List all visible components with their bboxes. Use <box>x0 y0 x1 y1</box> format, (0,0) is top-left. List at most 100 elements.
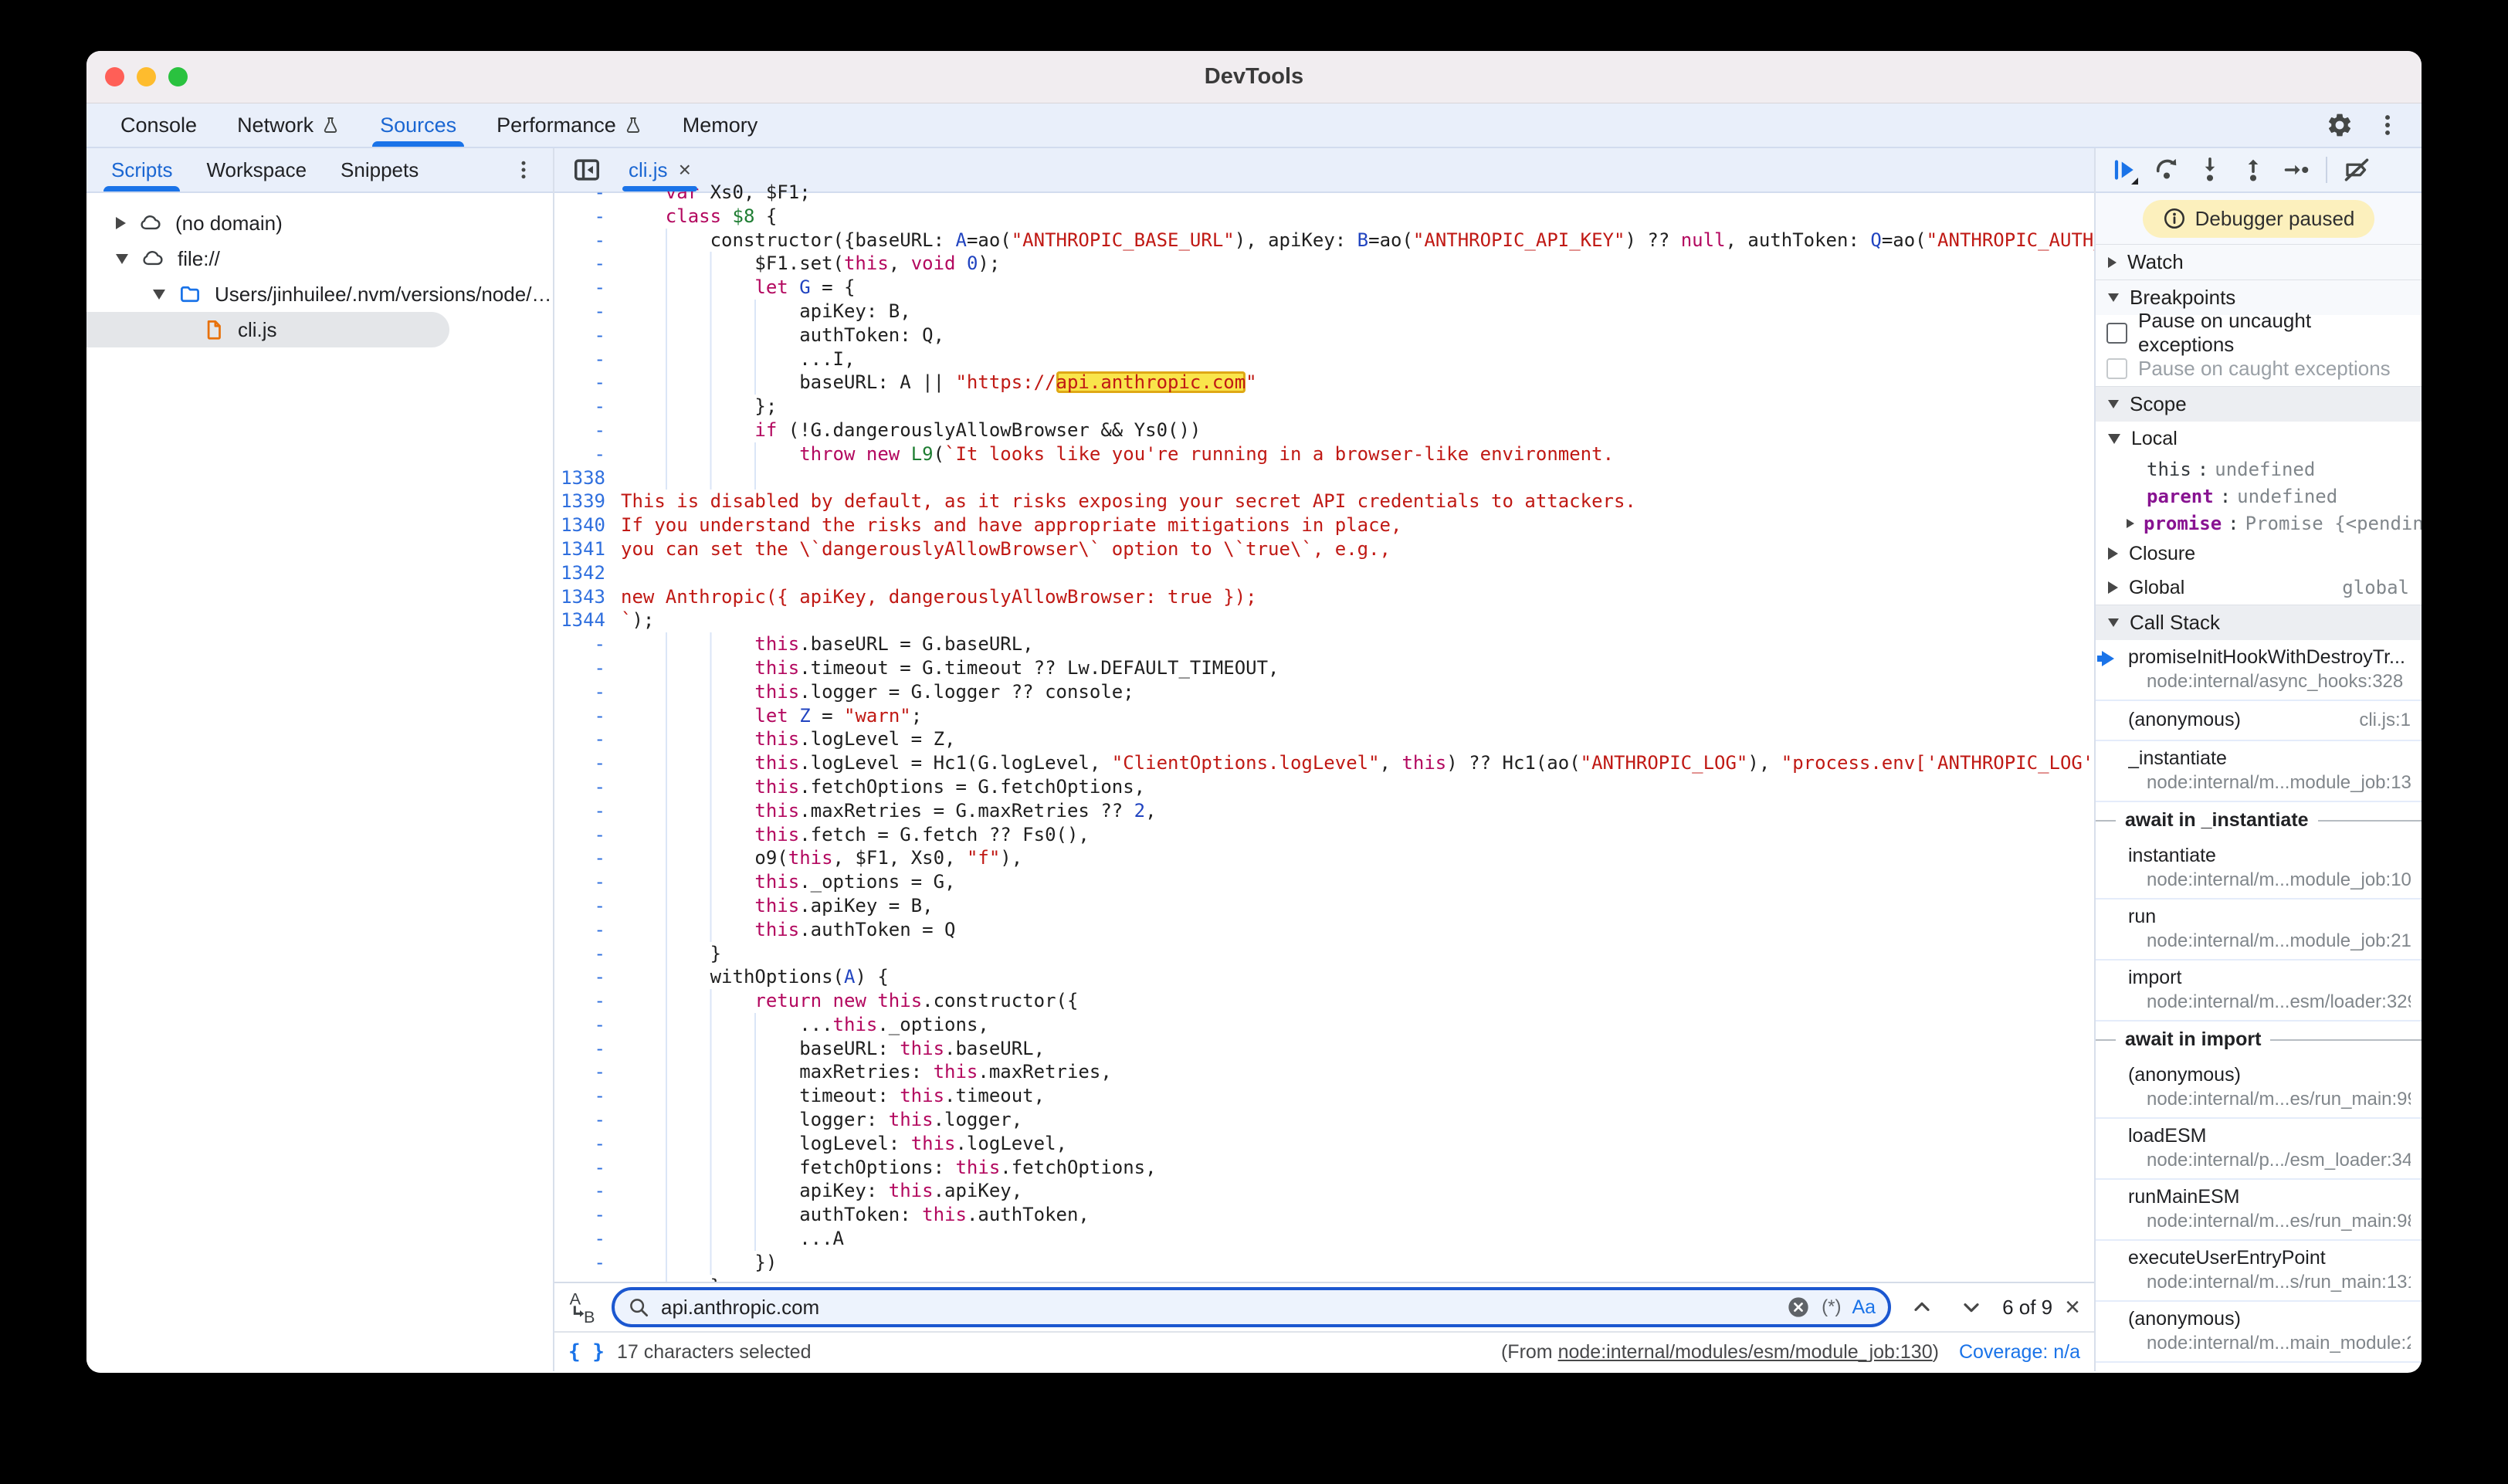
call-stack-frame[interactable]: promiseInitHookWithDestroyTr...node:inte… <box>2096 640 2422 701</box>
deactivate-breakpoints-button[interactable] <box>2338 151 2375 188</box>
scope-group-local[interactable]: Local <box>2096 422 2422 456</box>
editor-tab-clijs[interactable]: cli.js × <box>616 148 703 191</box>
pause-caught-row[interactable]: Pause on caught exceptions <box>2096 351 2422 386</box>
line-number-gutter[interactable]: - <box>554 989 621 1013</box>
scope-property-promise[interactable]: promise: Promise {<pending>} <box>2096 510 2422 537</box>
previous-match-icon[interactable] <box>1903 1289 1940 1326</box>
chevron-down-icon[interactable] <box>153 290 165 300</box>
line-number-gutter[interactable]: - <box>554 324 621 347</box>
resume-script-button[interactable] <box>2105 151 2142 188</box>
section-scope[interactable]: Scope <box>2096 386 2422 422</box>
line-number-gutter[interactable]: - <box>554 1084 621 1108</box>
line-number-gutter[interactable]: - <box>554 727 621 751</box>
line-number-gutter[interactable]: 1342 <box>554 561 621 585</box>
line-number-gutter[interactable]: - <box>554 205 621 229</box>
tab-network[interactable]: Network <box>217 103 360 147</box>
line-number-gutter[interactable]: - <box>554 918 621 942</box>
close-search-icon[interactable]: × <box>2065 1294 2080 1320</box>
line-number-gutter[interactable]: 1341 <box>554 537 621 561</box>
line-number-gutter[interactable]: - <box>554 1227 621 1251</box>
line-number-gutter[interactable]: - <box>554 229 621 252</box>
line-number-gutter[interactable]: - <box>554 846 621 870</box>
step-out-button[interactable] <box>2235 151 2272 188</box>
line-number-gutter[interactable]: - <box>554 942 621 966</box>
line-number-gutter[interactable]: - <box>554 395 621 418</box>
match-case-toggle[interactable]: Aa <box>1852 1296 1876 1319</box>
line-number-gutter[interactable]: - <box>554 1251 621 1275</box>
search-input[interactable]: api.anthropic.com (*) Aa <box>612 1287 1891 1327</box>
more-options-icon[interactable] <box>2369 107 2406 144</box>
section-call-stack[interactable]: Call Stack <box>2096 605 2422 640</box>
gear-icon[interactable] <box>2321 107 2358 144</box>
line-number-gutter[interactable]: - <box>554 775 621 799</box>
code-editor[interactable]: - var Xs0, $F1;- class $8 {- constructor… <box>554 181 2094 1282</box>
call-stack-frame[interactable]: instantiatenode:internal/m...module_job:… <box>2096 839 2422 900</box>
tree-item-no-domain[interactable]: (no domain) <box>86 205 553 241</box>
tree-item-clijs[interactable]: cli.js <box>86 312 449 347</box>
line-number-gutter[interactable]: - <box>554 680 621 704</box>
call-stack-frame[interactable]: importnode:internal/m...esm/loader:329 <box>2096 961 2422 1022</box>
pretty-print-icon[interactable]: { } <box>568 1340 605 1364</box>
line-number-gutter[interactable]: 1339 <box>554 490 621 513</box>
tab-scripts[interactable]: Scripts <box>94 148 189 191</box>
line-number-gutter[interactable]: - <box>554 181 621 205</box>
line-number-gutter[interactable]: - <box>554 799 621 823</box>
line-number-gutter[interactable]: - <box>554 442 621 466</box>
call-stack-frame[interactable]: _instantiatenode:internal/m...module_job… <box>2096 741 2422 802</box>
next-match-icon[interactable] <box>1953 1289 1990 1326</box>
pause-uncaught-row[interactable]: Pause on uncaught exceptions <box>2096 315 2422 351</box>
step-over-button[interactable] <box>2148 151 2185 188</box>
line-number-gutter[interactable]: - <box>554 1275 621 1282</box>
line-number-gutter[interactable]: 1338 <box>554 466 621 490</box>
coverage-link[interactable]: Coverage: n/a <box>1959 1341 2080 1364</box>
line-number-gutter[interactable]: - <box>554 1179 621 1203</box>
call-stack-frame[interactable]: loadESMnode:internal/p.../esm_loader:34 <box>2096 1119 2422 1180</box>
line-number-gutter[interactable]: - <box>554 1037 621 1061</box>
source-origin-link[interactable]: node:internal/modules/esm/module_job:130 <box>1558 1341 1933 1363</box>
line-number-gutter[interactable]: - <box>554 1132 621 1156</box>
line-number-gutter[interactable]: - <box>554 300 621 324</box>
line-number-gutter[interactable]: - <box>554 252 621 276</box>
clear-search-icon[interactable] <box>1786 1295 1811 1320</box>
step-into-button[interactable] <box>2191 151 2228 188</box>
line-number-gutter[interactable]: - <box>554 870 621 894</box>
line-number-gutter[interactable]: - <box>554 965 621 989</box>
line-number-gutter[interactable]: - <box>554 823 621 847</box>
line-number-gutter[interactable]: - <box>554 1156 621 1180</box>
resume-dropdown-icon[interactable] <box>2131 178 2138 185</box>
call-stack-frame[interactable]: (anonymous)cli.js:1 <box>2096 701 2422 741</box>
chevron-right-icon[interactable] <box>116 217 126 229</box>
chevron-right-icon[interactable] <box>2127 519 2134 528</box>
tab-snippets[interactable]: Snippets <box>324 148 436 191</box>
scope-group-global[interactable]: Globalglobal <box>2096 571 2422 605</box>
line-number-gutter[interactable]: - <box>554 347 621 371</box>
close-window-button[interactable] <box>105 67 124 86</box>
tab-memory[interactable]: Memory <box>663 103 778 147</box>
line-number-gutter[interactable]: 1340 <box>554 513 621 537</box>
checkbox-icon[interactable] <box>2106 323 2127 344</box>
line-number-gutter[interactable]: - <box>554 1203 621 1227</box>
tree-item-folder[interactable]: Users/jinhuilee/.nvm/versions/node/v2... <box>86 276 553 312</box>
step-button[interactable] <box>2278 151 2315 188</box>
call-stack-frame[interactable]: executeUserEntryPointnode:internal/m...s… <box>2096 1241 2422 1302</box>
line-number-gutter[interactable]: - <box>554 656 621 680</box>
line-number-gutter[interactable]: 1344 <box>554 608 621 632</box>
tree-item-file-scheme[interactable]: file:// <box>86 241 553 276</box>
replace-toggle-icon[interactable]: AB <box>568 1290 599 1324</box>
close-tab-icon[interactable]: × <box>679 158 691 182</box>
scope-group-closure[interactable]: Closure <box>2096 537 2422 571</box>
line-number-gutter[interactable]: - <box>554 1108 621 1132</box>
tab-workspace[interactable]: Workspace <box>189 148 324 191</box>
call-stack-frame[interactable]: (anonymous)node:internal/m...es/run_main… <box>2096 1058 2422 1119</box>
line-number-gutter[interactable]: - <box>554 418 621 442</box>
line-number-gutter[interactable]: - <box>554 1013 621 1037</box>
section-watch[interactable]: Watch <box>2096 244 2422 280</box>
tab-console[interactable]: Console <box>100 103 217 147</box>
navigator-more-icon[interactable] <box>505 151 542 188</box>
line-number-gutter[interactable]: - <box>554 751 621 775</box>
minimize-window-button[interactable] <box>137 67 156 86</box>
line-number-gutter[interactable]: - <box>554 276 621 300</box>
line-number-gutter[interactable]: - <box>554 704 621 728</box>
call-stack-frame[interactable]: runMainESMnode:internal/m...es/run_main:… <box>2096 1180 2422 1241</box>
line-number-gutter[interactable]: - <box>554 371 621 395</box>
